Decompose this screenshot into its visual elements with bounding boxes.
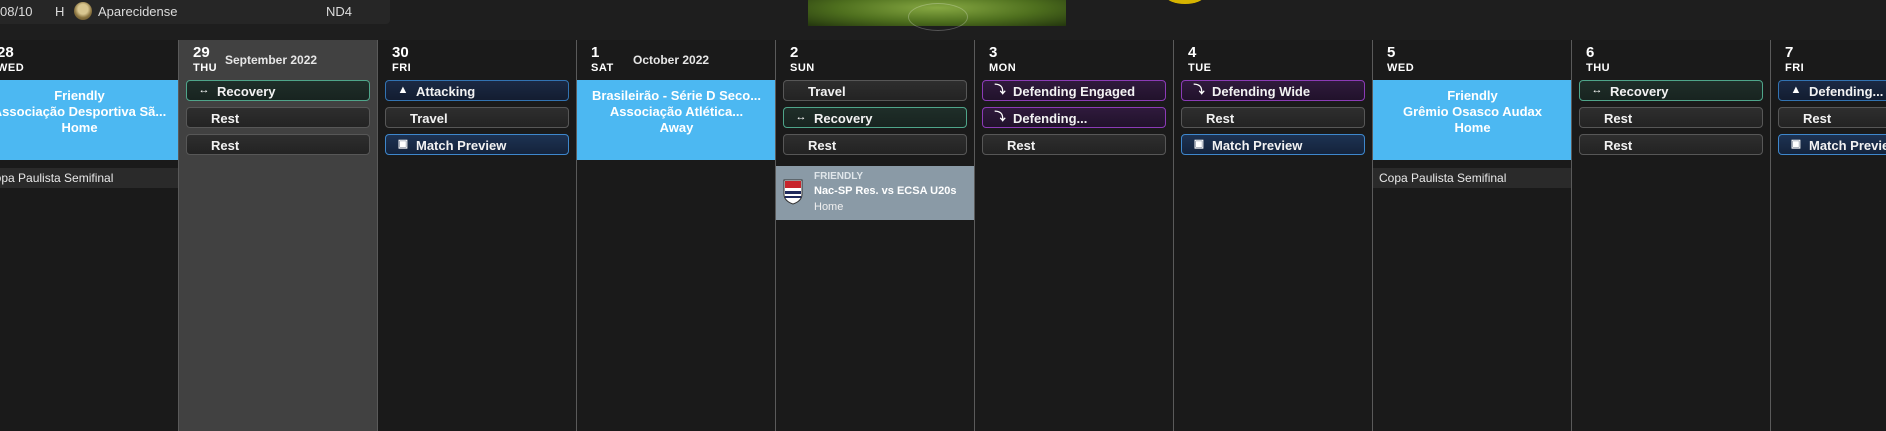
session-attacking[interactable]: ▲ Attacking [385,80,569,101]
match-opponent: Associação Atlética... [609,104,744,119]
day-column-today[interactable]: 29 THU September 2022 ↔ Recovery Rest Re… [178,40,378,431]
match-block[interactable]: Friendly Grêmio Osasco Audax Home [1373,80,1572,160]
match-competition: Brasileirão - Série D Seco... [591,88,762,103]
day-name: TUE [1188,62,1212,74]
decorative-badge [1166,0,1204,4]
session-rest[interactable]: Rest [982,134,1166,155]
next-match-date: 08/10 [0,4,33,19]
day-number: 29 [193,44,210,61]
session-rest[interactable]: Rest [186,107,370,128]
session-defending-engaged[interactable]: ⤵ Defending Engaged [982,80,1166,101]
arrows-icon: ↔ [1591,84,1603,96]
attack-icon: ▲ [397,84,409,96]
day-name: WED [1387,62,1415,74]
day-column[interactable]: 4 TUE ⤵ Defending Wide Rest ▣ Match Prev… [1173,40,1373,431]
session-rest[interactable]: Rest [186,134,370,155]
fixture-block[interactable]: FRIENDLY Nac-SP Res. vs ECSA U20s Home [776,166,974,220]
team-badge-icon [783,179,803,205]
arrows-icon: ↔ [795,111,807,123]
day-column[interactable]: 6 THU ↔ Recovery Rest Rest [1571,40,1771,431]
day-name: THU [193,62,218,74]
month-label: September 2022 [225,53,318,67]
fixture-venue: Home [814,201,844,213]
fixture-type: FRIENDLY [814,171,864,182]
match-type: Friendly [54,88,105,103]
session-travel[interactable]: Travel [783,80,967,101]
day-name: SAT [591,62,614,74]
match-type: Friendly [1447,88,1498,103]
match-venue: Home [61,120,98,135]
tackle-icon: ⤵ [994,84,1006,96]
match-opponent: Associação Desportiva Sã... [0,104,167,119]
day-name: SUN [790,62,815,74]
session-recovery[interactable]: ↔ Recovery [186,80,370,101]
day-column[interactable]: 3 MON ⤵ Defending Engaged ⤵ Defending...… [974,40,1174,431]
session-rest[interactable]: Rest [1579,134,1763,155]
top-strip: 08/10 H Aparecidense ND4 [0,0,1886,40]
day-number: 6 [1586,44,1595,61]
match-block[interactable]: Friendly Associação Desportiva Sã... Hom… [0,80,179,160]
day-number: 5 [1387,44,1396,61]
day-number: 3 [989,44,998,61]
day-column[interactable]: 7 FRI ▲ Defending... Rest ▣ Match Previe… [1770,40,1886,431]
day-name: FRI [1785,62,1805,74]
day-number: 30 [392,44,409,61]
month-label: October 2022 [633,53,710,67]
session-recovery[interactable]: ↔ Recovery [1579,80,1763,101]
session-recovery[interactable]: ↔ Recovery [783,107,967,128]
next-match-venue: H [55,4,65,19]
session-defending-wide[interactable]: ⤵ Defending Wide [1181,80,1365,101]
match-opponent: Grêmio Osasco Audax [1403,104,1542,119]
session-rest[interactable]: Rest [1181,107,1365,128]
session-match-preview[interactable]: ▣ Match Preview [1778,134,1886,155]
session-rest[interactable]: Rest [1778,107,1886,128]
day-number: 7 [1785,44,1794,61]
day-name: THU [1586,62,1611,74]
preview-icon: ▣ [1193,138,1205,150]
session-match-preview[interactable]: ▣ Match Preview [1181,134,1365,155]
session-rest[interactable]: Rest [1579,107,1763,128]
session-rest[interactable]: Rest [783,134,967,155]
day-name: MON [989,62,1017,74]
match-venue: Home [1454,120,1491,135]
competition-label[interactable]: Copa Paulista Semifinal [1373,168,1572,188]
preview-icon: ▣ [397,138,409,150]
day-column[interactable]: 5 WED Friendly Grêmio Osasco Audax Home … [1372,40,1572,431]
arrows-icon: ↔ [198,84,210,96]
day-number: 2 [790,44,799,61]
preview-icon: ▣ [1790,138,1802,150]
day-column[interactable]: 1 SAT October 2022 Brasileirão - Série D… [576,40,776,431]
day-number: 1 [591,44,600,61]
club-badge-icon [74,2,92,20]
day-column[interactable]: 2 SUN Travel ↔ Recovery Rest FRIENDLY Na… [775,40,975,431]
competition-label[interactable]: Copa Paulista Semifinal [0,168,179,188]
next-match-opponent: Aparecidense [98,4,178,19]
day-column[interactable]: 30 FRI ▲ Attacking Travel ▣ Match Previe… [377,40,577,431]
day-number: 4 [1188,44,1197,61]
day-name: FRI [392,62,412,74]
tackle-icon: ⤵ [994,111,1006,123]
attack-icon: ▲ [1790,84,1802,96]
match-block[interactable]: Brasileirão - Série D Seco... Associação… [577,80,776,160]
match-venue: Away [659,120,694,135]
next-match-competition: ND4 [326,4,353,19]
day-column[interactable]: 28 WED Friendly Associação Desportiva Sã… [0,40,179,431]
fixture-title: Nac-SP Res. vs ECSA U20s [814,185,957,197]
session-match-preview[interactable]: ▣ Match Preview [385,134,569,155]
day-number: 28 [0,44,14,61]
tackle-icon: ⤵ [1193,84,1205,96]
pitch-thumbnail [808,0,1066,31]
session-defending[interactable]: ⤵ Defending... [982,107,1166,128]
next-match-info[interactable]: 08/10 H Aparecidense ND4 [0,0,390,24]
session-defending[interactable]: ▲ Defending... [1778,80,1886,101]
day-name: WED [0,62,25,74]
session-travel[interactable]: Travel [385,107,569,128]
